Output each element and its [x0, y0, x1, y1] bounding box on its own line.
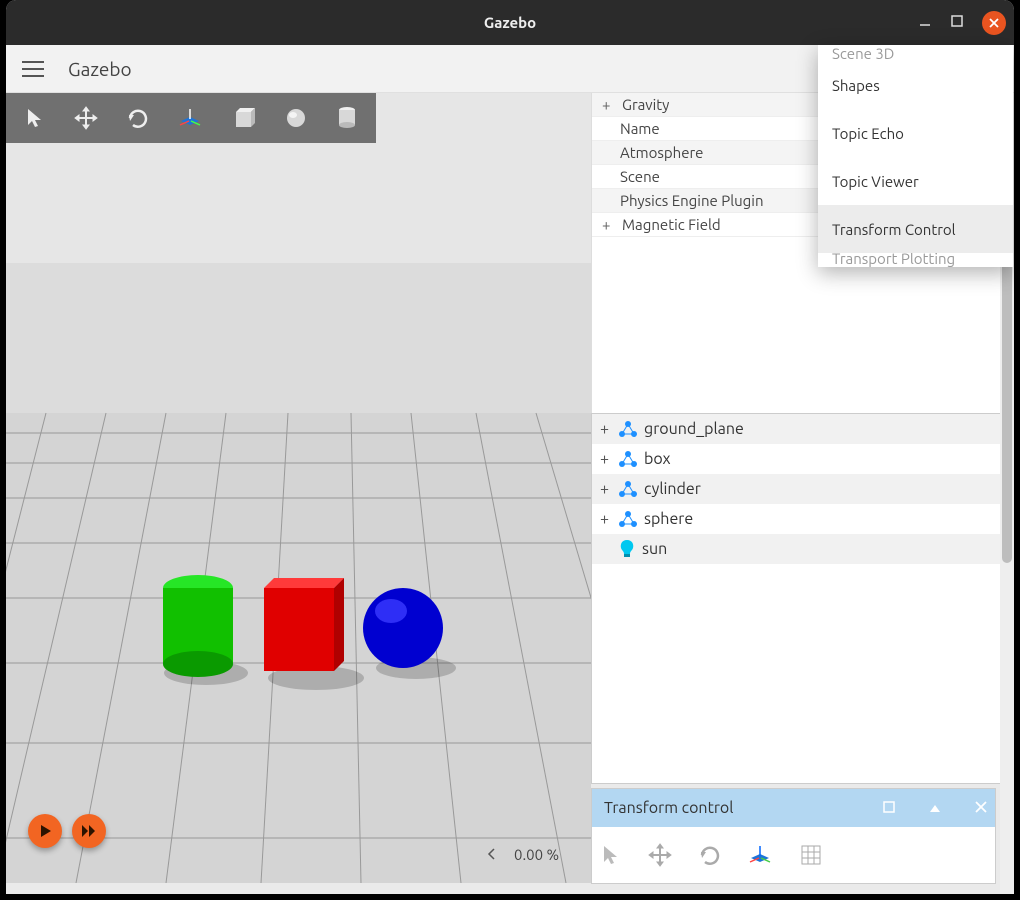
titlebar: Gazebo [6, 0, 1014, 45]
maximize-button[interactable] [950, 14, 964, 31]
progress-text: 0.00 % [514, 846, 559, 863]
viewport-3d[interactable]: 0.00 % [6, 93, 591, 883]
entity-label: sphere [644, 510, 693, 528]
panel-header-icons [883, 799, 987, 817]
light-icon [618, 539, 636, 559]
entity-row[interactable]: + cylinder [592, 474, 1013, 504]
menu-item-topic-viewer[interactable]: Topic Viewer [818, 157, 1013, 205]
cylinder-shape-tool[interactable] [336, 105, 358, 131]
model-icon [618, 449, 638, 469]
model-icon [618, 419, 638, 439]
tree-label: Scene [620, 168, 660, 185]
window-controls [918, 0, 1006, 45]
entity-label: box [644, 450, 671, 468]
close-panel-icon[interactable] [975, 799, 987, 817]
chevron-left-icon[interactable] [486, 846, 498, 863]
plugin-menu: Scene 3D Shapes Topic Echo Topic Viewer … [818, 45, 1013, 267]
transform-tool[interactable] [178, 107, 204, 129]
entity-row[interactable]: + sphere [592, 504, 1013, 534]
minimize-button[interactable] [918, 14, 932, 31]
transform-control-panel: Transform control [591, 788, 996, 884]
plus-icon[interactable]: + [602, 96, 616, 113]
menu-icon[interactable] [22, 60, 44, 78]
rotate-tool[interactable] [126, 106, 150, 130]
menu-item-label: Topic Echo [832, 125, 904, 142]
progress-indicator: 0.00 % [486, 846, 559, 863]
entity-label: ground_plane [644, 420, 744, 438]
menu-item-label: Topic Viewer [832, 173, 919, 190]
entity-label: sun [642, 540, 667, 558]
entity-row[interactable]: + ground_plane [592, 414, 1013, 444]
menu-item-topic-echo[interactable]: Topic Echo [818, 109, 1013, 157]
scene-cylinder[interactable] [163, 575, 233, 677]
menu-item-label: Transform Control [832, 221, 956, 238]
menu-item-label: Scene 3D [832, 45, 894, 61]
tree-label: Name [620, 120, 660, 137]
scene-horizon [6, 263, 591, 413]
entity-tree-panel: + ground_plane + box + cylinder [591, 413, 1014, 784]
plus-icon[interactable]: + [600, 510, 612, 528]
tree-label: Atmosphere [620, 144, 703, 161]
grid-snap-tool[interactable] [800, 844, 822, 866]
window-title: Gazebo [484, 14, 536, 31]
menu-item-partial-bottom[interactable]: Transport Plotting [818, 253, 1013, 267]
play-button[interactable] [28, 814, 62, 848]
plus-icon[interactable]: + [600, 450, 612, 468]
tree-label: Magnetic Field [622, 216, 721, 233]
sphere-shape-tool[interactable] [284, 106, 308, 130]
model-icon [618, 479, 638, 499]
menu-item-shapes[interactable]: Shapes [818, 61, 1013, 109]
plus-icon[interactable]: + [600, 420, 612, 438]
box-shape-tool[interactable] [232, 106, 256, 130]
entity-row[interactable]: sun [592, 534, 1013, 564]
transform-panel-title: Transform control [604, 799, 733, 817]
maximize-panel-icon[interactable] [883, 799, 895, 817]
collapse-panel-icon[interactable] [929, 799, 941, 817]
scene-sphere[interactable] [363, 588, 443, 668]
rotate-tool[interactable] [698, 843, 722, 867]
select-tool[interactable] [24, 107, 46, 129]
scene-toolbar [6, 93, 376, 143]
transform-tool[interactable] [748, 844, 774, 866]
model-icon [618, 509, 638, 529]
tree-label: Gravity [622, 96, 669, 113]
playback-controls [28, 814, 106, 848]
select-tool[interactable] [600, 844, 622, 866]
plus-icon[interactable]: + [600, 480, 612, 498]
menu-item-transform-control[interactable]: Transform Control [818, 205, 1013, 253]
close-button[interactable] [982, 11, 1006, 35]
transform-panel-header[interactable]: Transform control [592, 789, 995, 827]
translate-tool[interactable] [74, 106, 98, 130]
entity-row[interactable]: + box [592, 444, 1013, 474]
menu-item-partial-top[interactable]: Scene 3D [818, 45, 1013, 61]
entity-label: cylinder [644, 480, 701, 498]
fast-forward-button[interactable] [72, 814, 106, 848]
menu-item-label: Transport Plotting [832, 253, 955, 267]
app-title: Gazebo [68, 58, 132, 80]
tree-label: Physics Engine Plugin [620, 192, 764, 209]
plus-icon[interactable]: + [602, 216, 616, 233]
translate-tool[interactable] [648, 843, 672, 867]
menu-item-label: Shapes [832, 77, 880, 94]
scene-box[interactable] [264, 578, 344, 671]
transform-panel-body [592, 827, 995, 883]
